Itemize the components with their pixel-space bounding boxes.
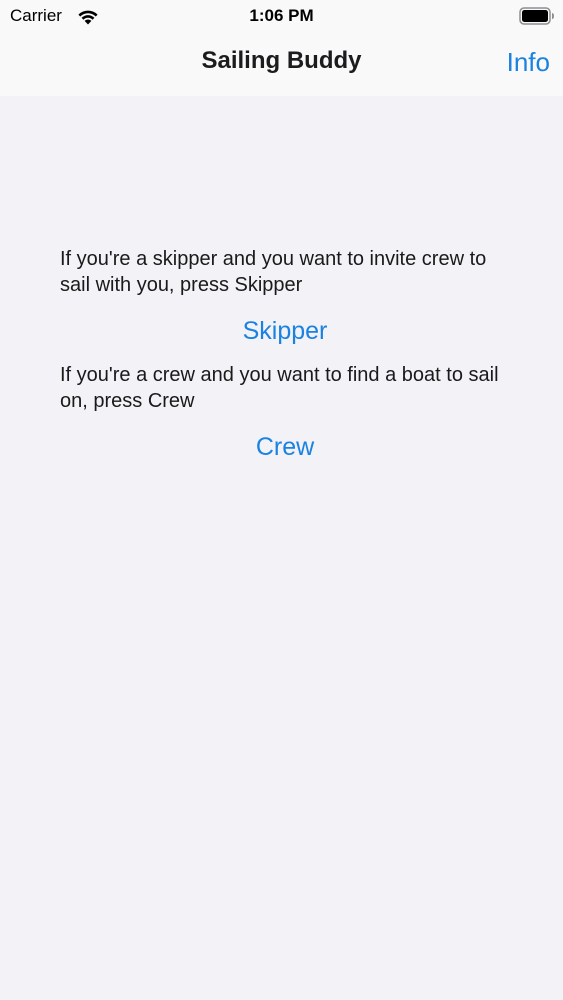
skipper-description: If you're a skipper and you want to invi… — [60, 248, 487, 296]
main-content: If you're a skipper and you want to invi… — [60, 246, 510, 478]
status-time: 1:06 PM — [249, 6, 314, 25]
top-bar: Carrier 1:06 PM Sailing Buddy Info — [0, 0, 563, 96]
skipper-button[interactable]: Skipper — [60, 316, 510, 346]
crew-button[interactable]: Crew — [60, 432, 510, 462]
page-title: Sailing Buddy — [201, 47, 362, 74]
status-bar: Carrier 1:06 PM — [0, 0, 563, 32]
crew-description: If you're a crew and you want to find a … — [60, 364, 499, 412]
info-button[interactable]: Info — [507, 47, 550, 78]
battery-icon — [519, 7, 554, 25]
